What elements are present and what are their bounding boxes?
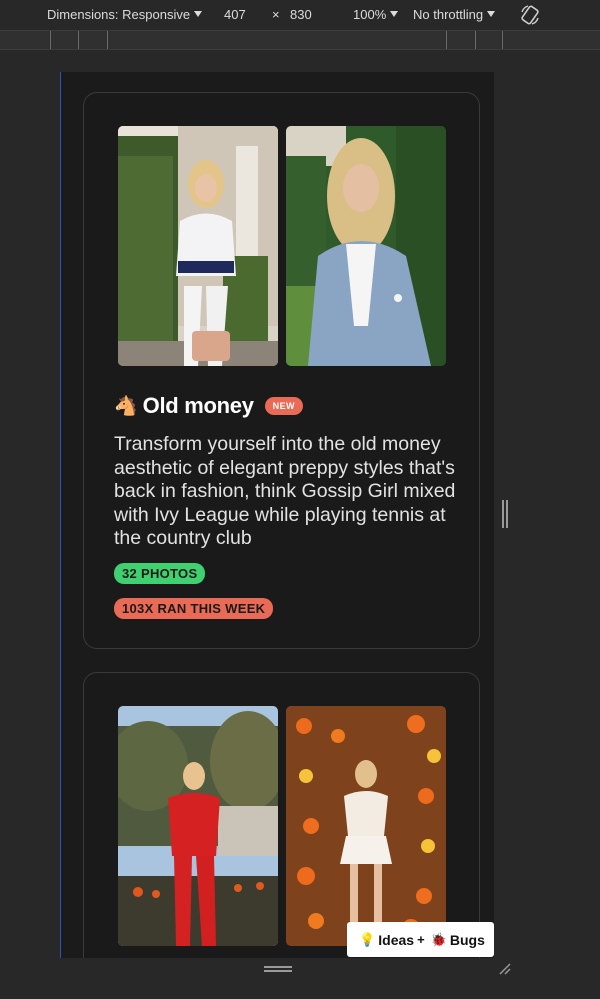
resize-corner-icon[interactable] bbox=[498, 962, 512, 976]
dimensions-label: Dimensions: Responsive bbox=[47, 7, 191, 22]
bug-icon: 🐞 bbox=[430, 931, 447, 947]
feedback-bugs-label: Bugs bbox=[449, 931, 485, 948]
style-photo bbox=[118, 706, 278, 946]
card-title[interactable]: Old money bbox=[143, 393, 254, 419]
media-query-ruler bbox=[0, 30, 600, 50]
resize-handle-bottom[interactable] bbox=[264, 966, 292, 972]
device-viewport: 🐴 Old money NEW Transform yourself into … bbox=[60, 72, 494, 958]
throttling-label: No throttling bbox=[413, 7, 484, 22]
chevron-down-icon bbox=[390, 11, 399, 17]
runs-count-badge: 103X RAN THIS WEEK bbox=[114, 598, 274, 619]
photos-count-badge: 32 PHOTOS bbox=[114, 563, 206, 584]
resize-handle-right[interactable] bbox=[502, 500, 508, 528]
throttling-dropdown[interactable]: No throttling bbox=[413, 7, 496, 22]
style-photo bbox=[286, 126, 446, 366]
chevron-down-icon bbox=[194, 11, 203, 17]
zoom-label: 100% bbox=[353, 7, 387, 22]
feedback-plus: + bbox=[417, 932, 425, 947]
rotate-icon[interactable] bbox=[519, 4, 541, 26]
style-card[interactable]: 🐴 Old money NEW Transform yourself into … bbox=[83, 92, 480, 649]
horse-icon: 🐴 bbox=[114, 396, 138, 417]
new-badge: NEW bbox=[264, 397, 303, 415]
feedback-ideas-label: Ideas bbox=[378, 931, 415, 948]
zoom-dropdown[interactable]: 100% bbox=[353, 7, 399, 22]
width-input[interactable]: 407 bbox=[224, 7, 246, 22]
height-input[interactable]: 830 bbox=[290, 7, 312, 22]
dimensions-separator: × bbox=[272, 7, 280, 22]
style-photo bbox=[118, 126, 278, 366]
card-title-row: 🐴 Old money NEW bbox=[114, 393, 303, 419]
chevron-down-icon bbox=[487, 11, 496, 17]
dimensions-dropdown[interactable]: Dimensions: Responsive bbox=[47, 7, 203, 22]
style-card[interactable] bbox=[83, 672, 480, 958]
feedback-button[interactable]: 💡 Ideas + 🐞 Bugs bbox=[347, 922, 494, 957]
style-photo bbox=[286, 706, 446, 946]
devtools-toolbar: Dimensions: Responsive 407 × 830 100% No… bbox=[0, 0, 600, 30]
card-description: Transform yourself into the old money ae… bbox=[114, 433, 456, 549]
lightbulb-icon: 💡 bbox=[359, 931, 376, 947]
